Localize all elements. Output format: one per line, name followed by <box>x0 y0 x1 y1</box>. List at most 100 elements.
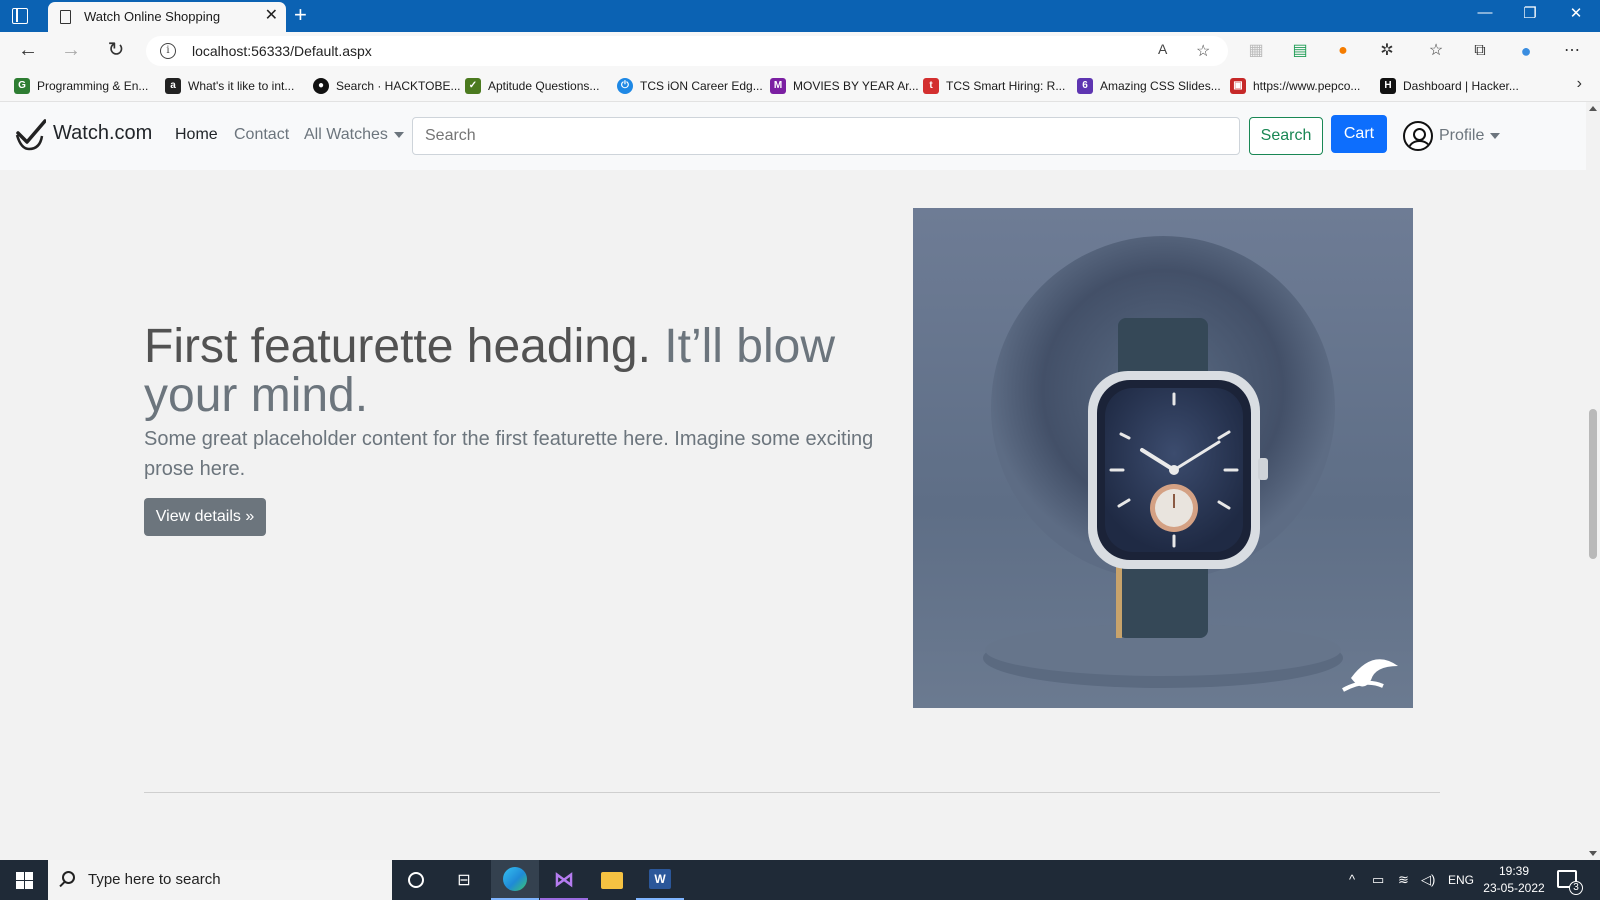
bookmark-item[interactable]: a What's it like to int... <box>165 76 294 96</box>
battery-icon[interactable]: ▭ <box>1372 872 1384 888</box>
volume-icon[interactable]: ◁) <box>1421 872 1435 888</box>
back-icon[interactable]: ← <box>16 39 40 61</box>
chevron-down-icon <box>1490 133 1501 139</box>
cart-button[interactable]: Cart <box>1331 115 1387 153</box>
tab-close-icon[interactable]: ✕ <box>265 7 278 25</box>
bookmark-label: https://www.pepco... <box>1253 79 1361 93</box>
chevron-up-icon[interactable]: ^ <box>1349 872 1355 887</box>
extensions-icon[interactable]: ✲ <box>1377 41 1397 61</box>
close-window-button[interactable]: ✕ <box>1564 4 1588 22</box>
file-explorer-icon[interactable] <box>588 860 636 900</box>
scroll-down-icon[interactable] <box>1589 851 1597 856</box>
brand-name[interactable]: Watch.com <box>53 122 152 145</box>
extension-icon[interactable]: ▦ <box>1246 41 1266 61</box>
profile-dropdown[interactable]: Profile <box>1403 120 1501 152</box>
site-info-icon[interactable]: i <box>160 43 176 59</box>
taskbar-search-placeholder: Type here to search <box>88 871 221 888</box>
bookmark-label: MOVIES BY YEAR Ar... <box>793 79 919 93</box>
bookmark-label: Aptitude Questions... <box>488 79 600 93</box>
forward-icon[interactable]: → <box>59 39 83 61</box>
address-toolbar: ← → ↻ i localhost:56333/Default.aspx A ☆… <box>0 32 1600 70</box>
browser-title-bar: Watch Online Shopping ✕ + — ❐ ✕ <box>0 0 1600 32</box>
new-tab-button[interactable]: + <box>294 2 307 28</box>
tab-actions-icon[interactable] <box>12 8 28 24</box>
brand-logo-icon[interactable] <box>12 118 46 152</box>
favorites-icon[interactable]: ☆ <box>1426 41 1446 61</box>
extension-orange-icon[interactable]: ● <box>1333 41 1353 61</box>
bookmark-item[interactable]: ⏻ TCS iON Career Edg... <box>617 76 763 96</box>
bookmark-item[interactable]: M MOVIES BY YEAR Ar... <box>770 76 919 96</box>
bookmark-label: Amazing CSS Slides... <box>1100 79 1221 93</box>
featurette-divider <box>144 792 1440 793</box>
bookmark-label: TCS iON Career Edg... <box>640 79 763 93</box>
nav-home[interactable]: Home <box>175 126 218 144</box>
clock[interactable]: 19:39 23-05-2022 <box>1482 863 1546 897</box>
watch-illustration <box>983 236 1398 692</box>
taskbar-search[interactable]: Type here to search <box>48 860 392 900</box>
clock-time: 19:39 <box>1498 864 1530 878</box>
nav-all-watches[interactable]: All Watches <box>304 126 404 144</box>
m-icon: M <box>770 78 786 94</box>
bookmark-item[interactable]: ● Search · HACKTOBE... <box>313 76 460 96</box>
task-view-icon[interactable]: ⊟ <box>440 860 488 900</box>
tcs-icon: t <box>923 78 939 94</box>
a-icon: a <box>165 78 181 94</box>
view-details-button[interactable]: View details » <box>144 498 266 536</box>
six-icon: 6 <box>1077 78 1093 94</box>
bookmark-item[interactable]: t TCS Smart Hiring: R... <box>923 76 1065 96</box>
minimize-button[interactable]: — <box>1473 4 1497 21</box>
bookmark-item[interactable]: H Dashboard | Hacker... <box>1380 76 1519 96</box>
bookmark-label: Programming & En... <box>37 79 149 93</box>
user-icon <box>1403 121 1433 151</box>
bookmark-item[interactable]: ▣ https://www.pepco... <box>1230 76 1360 96</box>
windows-start-icon[interactable] <box>16 872 33 889</box>
edge-app-icon[interactable] <box>491 860 539 900</box>
hackerrank-icon: H <box>1380 78 1396 94</box>
browser-tab[interactable]: Watch Online Shopping ✕ <box>48 2 286 32</box>
search-icon <box>62 871 75 884</box>
nav-contact[interactable]: Contact <box>234 126 289 144</box>
nav-all-watches-label: All Watches <box>304 126 388 143</box>
scroll-up-icon[interactable] <box>1589 106 1597 111</box>
page-icon <box>60 10 71 24</box>
scroll-thumb[interactable] <box>1589 409 1597 559</box>
site-navbar: Watch.com Home Contact All Watches Searc… <box>0 102 1586 170</box>
indiabix-icon: ✓ <box>465 78 481 94</box>
cortana-icon[interactable] <box>392 860 440 900</box>
search-input[interactable] <box>412 117 1240 155</box>
power-icon: ⏻ <box>617 78 633 94</box>
page-content: Watch.com Home Contact All Watches Searc… <box>0 102 1586 860</box>
bookmark-label: Dashboard | Hacker... <box>1403 79 1519 93</box>
bookmark-item[interactable]: G Programming & En... <box>14 76 148 96</box>
featurette-heading: First featurette heading. It’ll blow you… <box>144 322 874 420</box>
address-bar[interactable]: i localhost:56333/Default.aspx A ☆ <box>146 36 1228 66</box>
profile-label: Profile <box>1439 127 1485 144</box>
bookmark-label: TCS Smart Hiring: R... <box>946 79 1066 93</box>
watch-image <box>913 208 1413 708</box>
collections-icon[interactable]: ⧉ <box>1470 41 1490 61</box>
clock-date: 23-05-2022 <box>1483 881 1545 895</box>
notifications-icon[interactable]: 3 <box>1557 870 1583 895</box>
refresh-icon[interactable]: ↻ <box>104 39 128 61</box>
bookmark-label: What's it like to int... <box>188 79 295 93</box>
sheets-extension-icon[interactable]: ▤ <box>1290 41 1310 61</box>
page-scrollbar[interactable] <box>1586 102 1600 860</box>
box-icon: ▣ <box>1230 78 1246 94</box>
bookmark-item[interactable]: ✓ Aptitude Questions... <box>465 76 599 96</box>
bookmark-item[interactable]: 6 Amazing CSS Slides... <box>1077 76 1221 96</box>
restore-button[interactable]: ❐ <box>1518 4 1542 22</box>
more-menu-icon[interactable]: ⋯ <box>1562 41 1582 61</box>
url-text[interactable]: localhost:56333/Default.aspx <box>192 43 372 59</box>
read-aloud-icon[interactable]: A <box>1158 41 1167 57</box>
tab-title: Watch Online Shopping <box>84 9 221 24</box>
visual-studio-icon[interactable]: ⋈ <box>540 860 588 900</box>
search-button[interactable]: Search <box>1249 117 1323 155</box>
add-favorite-icon[interactable]: ☆ <box>1196 41 1210 61</box>
profile-browser-icon[interactable]: ● <box>1516 41 1536 61</box>
chevron-down-icon <box>393 131 404 138</box>
chevron-right-icon[interactable]: › <box>1577 75 1582 93</box>
language-indicator[interactable]: ENG <box>1448 873 1474 887</box>
word-icon[interactable]: W <box>636 860 684 900</box>
github-icon: ● <box>313 78 329 94</box>
wifi-icon[interactable]: ≋ <box>1398 872 1409 888</box>
